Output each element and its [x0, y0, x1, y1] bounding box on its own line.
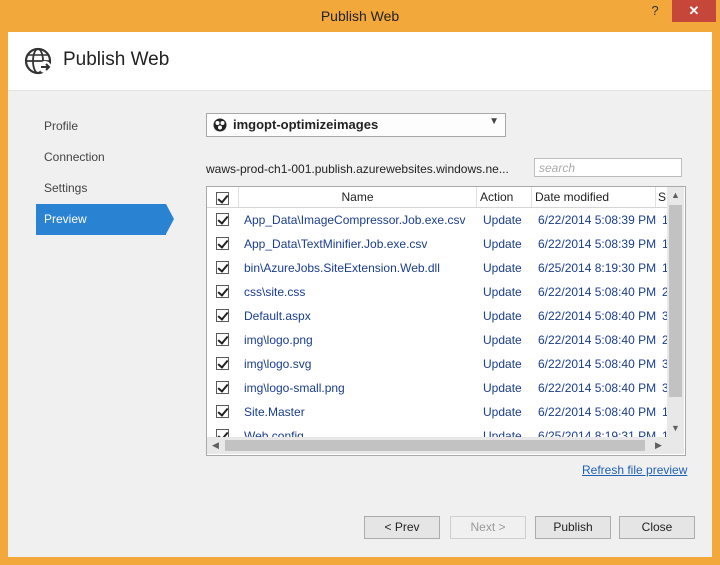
table-row[interactable]: img\logo.png Update 6/22/2014 5:08:40 PM… — [207, 328, 667, 352]
file-action: Update — [483, 237, 522, 251]
globe-publish-icon — [24, 47, 52, 75]
row-checkbox[interactable] — [216, 309, 229, 322]
grid-header: Name Action Date modified S — [207, 187, 667, 208]
publish-web-window: Publish Web ? ✕ Publish Web Profile Conn… — [0, 0, 720, 565]
nav-item-profile[interactable]: Profile — [36, 111, 176, 142]
file-action: Update — [483, 429, 522, 437]
table-row[interactable]: Site.Master Update 6/22/2014 5:08:40 PM … — [207, 400, 667, 424]
file-name: Web.config — [244, 429, 304, 437]
horizontal-scrollbar[interactable]: ◀ ▶ — [207, 437, 667, 454]
dialog-body: Profile Connection Settings Preview imgo… — [8, 91, 712, 557]
file-action: Update — [483, 357, 522, 371]
profile-dropdown[interactable]: imgopt-optimizeimages ▼ — [206, 113, 506, 137]
chevron-down-icon: ▼ — [489, 116, 499, 127]
file-action: Update — [483, 381, 522, 395]
file-date: 6/22/2014 5:08:40 PM — [538, 309, 656, 323]
table-row[interactable]: App_Data\TextMinifier.Job.exe.csv Update… — [207, 232, 667, 256]
file-date: 6/22/2014 5:08:40 PM — [538, 405, 656, 419]
help-button[interactable]: ? — [640, 0, 670, 22]
file-preview-grid: Name Action Date modified S App_Data\Ima… — [206, 186, 686, 456]
row-checkbox[interactable] — [216, 285, 229, 298]
file-action: Update — [483, 261, 522, 275]
next-button[interactable]: Next > — [450, 516, 526, 539]
file-date: 6/25/2014 8:19:30 PM — [538, 261, 656, 275]
row-checkbox[interactable] — [216, 213, 229, 226]
file-date: 6/22/2014 5:08:40 PM — [538, 333, 656, 347]
table-row[interactable]: Default.aspx Update 6/22/2014 5:08:40 PM… — [207, 304, 667, 328]
scrollbar-corner — [667, 437, 684, 454]
table-row[interactable]: App_Data\ImageCompressor.Job.exe.csv Upd… — [207, 208, 667, 232]
select-all-cell — [207, 187, 239, 207]
vertical-scrollbar[interactable]: ▲ ▼ — [667, 187, 684, 437]
publish-profile-icon — [213, 118, 227, 132]
column-header-name[interactable]: Name — [239, 187, 477, 207]
file-date: 6/22/2014 5:08:40 PM — [538, 285, 656, 299]
row-checkbox[interactable] — [216, 261, 229, 274]
file-name: img\logo.png — [244, 333, 313, 347]
row-checkbox[interactable] — [216, 357, 229, 370]
row-checkbox[interactable] — [216, 237, 229, 250]
row-checkbox[interactable] — [216, 381, 229, 394]
grid-rows: App_Data\ImageCompressor.Job.exe.csv Upd… — [207, 208, 667, 437]
wizard-nav: Profile Connection Settings Preview — [36, 111, 176, 235]
page-title: Publish Web — [63, 49, 170, 70]
nav-item-connection[interactable]: Connection — [36, 142, 176, 173]
file-date: 6/22/2014 5:08:39 PM — [538, 213, 656, 227]
file-name: bin\AzureJobs.SiteExtension.Web.dll — [244, 261, 440, 275]
table-row[interactable]: bin\AzureJobs.SiteExtension.Web.dll Upda… — [207, 256, 667, 280]
site-url: waws-prod-ch1-001.publish.azurewebsites.… — [206, 162, 509, 176]
row-checkbox[interactable] — [216, 333, 229, 346]
horizontal-scroll-thumb[interactable] — [225, 440, 645, 451]
profile-name: imgopt-optimizeimages — [233, 117, 379, 132]
search-input[interactable] — [534, 158, 682, 177]
file-name: App_Data\ImageCompressor.Job.exe.csv — [244, 213, 466, 227]
column-header-action[interactable]: Action — [477, 187, 532, 207]
table-row[interactable]: Web.config Update 6/25/2014 8:19:31 PM 1 — [207, 424, 667, 437]
nav-item-preview[interactable]: Preview — [36, 204, 174, 235]
scroll-down-icon[interactable]: ▼ — [667, 420, 684, 437]
scroll-right-icon[interactable]: ▶ — [650, 437, 667, 454]
prev-button[interactable]: < Prev — [364, 516, 440, 539]
table-row[interactable]: css\site.css Update 6/22/2014 5:08:40 PM… — [207, 280, 667, 304]
close-button[interactable]: Close — [619, 516, 695, 539]
title-bar: Publish Web ? ✕ — [0, 0, 720, 32]
file-action: Update — [483, 213, 522, 227]
nav-item-settings[interactable]: Settings — [36, 173, 176, 204]
file-action: Update — [483, 285, 522, 299]
file-action: Update — [483, 333, 522, 347]
file-date: 6/25/2014 8:19:31 PM — [538, 429, 656, 437]
file-name: Site.Master — [244, 405, 305, 419]
file-name: img\logo-small.png — [244, 381, 345, 395]
column-header-size[interactable]: S — [656, 187, 667, 207]
scroll-up-icon[interactable]: ▲ — [667, 187, 684, 204]
file-name: App_Data\TextMinifier.Job.exe.csv — [244, 237, 428, 251]
dialog-header: Publish Web — [8, 32, 712, 91]
file-name: css\site.css — [244, 285, 306, 299]
refresh-file-preview-link[interactable]: Refresh file preview — [582, 463, 687, 477]
file-name: Default.aspx — [244, 309, 311, 323]
row-checkbox[interactable] — [216, 429, 229, 437]
scroll-left-icon[interactable]: ◀ — [207, 437, 224, 454]
window-close-button[interactable]: ✕ — [672, 0, 716, 22]
column-header-date[interactable]: Date modified — [532, 187, 656, 207]
vertical-scroll-thumb[interactable] — [669, 205, 682, 397]
file-name: img\logo.svg — [244, 357, 312, 371]
file-date: 6/22/2014 5:08:40 PM — [538, 381, 656, 395]
select-all-checkbox[interactable] — [216, 192, 229, 205]
window-title: Publish Web — [320, 8, 400, 24]
table-row[interactable]: img\logo-small.png Update 6/22/2014 5:08… — [207, 376, 667, 400]
file-date: 6/22/2014 5:08:39 PM — [538, 237, 656, 251]
file-date: 6/22/2014 5:08:40 PM — [538, 357, 656, 371]
file-action: Update — [483, 309, 522, 323]
file-action: Update — [483, 405, 522, 419]
dialog-client: Publish Web Profile Connection Settings … — [8, 32, 712, 557]
publish-button[interactable]: Publish — [535, 516, 611, 539]
table-row[interactable]: img\logo.svg Update 6/22/2014 5:08:40 PM… — [207, 352, 667, 376]
row-checkbox[interactable] — [216, 405, 229, 418]
